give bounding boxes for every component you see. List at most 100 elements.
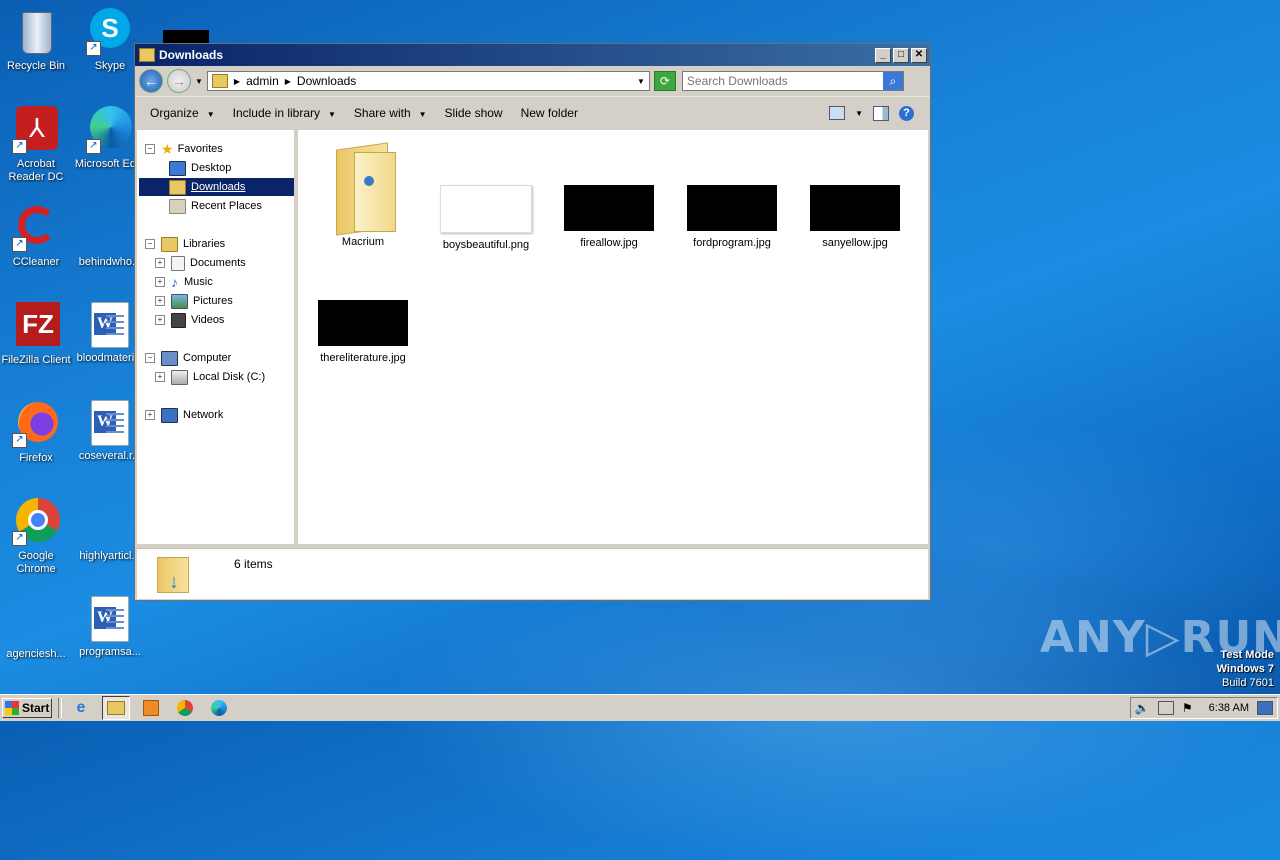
file-item-image[interactable]: thereliterature.jpg (308, 251, 418, 364)
breadcrumb-arrow-icon[interactable]: ▶ (234, 77, 240, 86)
downloads-folder-icon (169, 179, 186, 195)
file-item-image[interactable]: sanyellow.jpg (800, 136, 910, 249)
nav-desktop[interactable]: Desktop (169, 159, 231, 177)
desktop-icon-acrobat[interactable]: ⅄ ↗ Acrobat Reader DC (0, 106, 74, 184)
search-icon[interactable]: ⌕ (882, 72, 903, 90)
nav-favorites[interactable]: − ★ Favorites (145, 140, 223, 158)
file-name: fordprogram.jpg (693, 237, 771, 249)
search-input[interactable] (682, 73, 883, 89)
new-folder-button[interactable]: New folder (512, 106, 587, 120)
taskbar-separator (58, 698, 62, 718)
desktop-icon-programsa[interactable]: W programsa... (72, 596, 148, 659)
nav-recent-places[interactable]: Recent Places (169, 197, 262, 215)
view-dropdown-icon[interactable]: ▼ (855, 109, 863, 118)
network-icon (161, 407, 178, 423)
title-bar[interactable]: Downloads _ □ ✕ (135, 44, 930, 66)
file-name: fireallow.jpg (580, 237, 638, 249)
speaker-icon[interactable]: 🔈 (1135, 701, 1150, 715)
desktop-icon-chrome[interactable]: ↗ Google Chrome (0, 498, 74, 576)
media-player-icon (143, 700, 159, 716)
windows-flag-icon (5, 701, 19, 715)
nav-documents[interactable]: + Documents (155, 254, 246, 272)
maximize-button[interactable]: □ (893, 47, 909, 63)
include-in-library-menu[interactable]: Include in library ▼ (224, 106, 345, 120)
nav-computer[interactable]: − Computer (145, 349, 231, 367)
refresh-button[interactable]: ⟳ (653, 71, 676, 91)
music-icon: ♪ (171, 274, 178, 290)
nav-local-disk[interactable]: + Local Disk (C:) (155, 368, 265, 386)
breadcrumb-arrow-icon[interactable]: ▶ (285, 77, 291, 86)
file-item-image[interactable]: boysbeautiful.png (431, 136, 541, 251)
desktop-icon (169, 160, 186, 176)
word-document-icon: W (91, 596, 129, 642)
explorer-window: Downloads _ □ ✕ ← → ▼ ▶ admin ▶ Download… (134, 43, 931, 601)
image-thumbnail (318, 300, 408, 346)
clock[interactable]: 6:38 AM (1209, 702, 1249, 714)
image-thumbnail (687, 185, 777, 231)
taskbar-chrome-button[interactable] (172, 697, 198, 719)
taskbar-edge-button[interactable] (206, 697, 232, 719)
breadcrumb-downloads[interactable]: Downloads (297, 74, 356, 88)
collapse-icon[interactable]: − (145, 144, 155, 154)
preview-pane-icon[interactable] (873, 105, 889, 121)
desktop-icon-ccleaner[interactable]: ↗ CCleaner (0, 204, 74, 269)
desktop-icon-label: FileZilla Client (1, 354, 71, 366)
item-count: 6 items (234, 557, 273, 571)
change-view-icon[interactable] (829, 106, 846, 120)
computer-icon (161, 350, 178, 366)
organize-menu[interactable]: Organize ▼ (141, 106, 224, 120)
image-thumbnail (810, 185, 900, 231)
file-item-folder[interactable]: Macrium (308, 136, 418, 248)
desktop-icon-agencies[interactable]: agenciesh... (0, 596, 74, 661)
desktop-icon-filezilla[interactable]: FZ FileZilla Client (0, 302, 74, 367)
address-dropdown-icon[interactable]: ▼ (637, 77, 645, 86)
collapse-icon[interactable]: − (145, 353, 155, 363)
blank-file-icon (12, 596, 60, 644)
star-icon: ★ (161, 140, 174, 157)
nav-downloads[interactable]: Downloads (139, 178, 294, 196)
recent-pages-dropdown[interactable]: ▼ (195, 77, 203, 86)
collapse-icon[interactable]: − (145, 239, 155, 249)
file-item-image[interactable]: fordprogram.jpg (677, 136, 787, 249)
show-desktop-icon[interactable] (1257, 701, 1273, 715)
search-box[interactable]: ⌕ (681, 71, 904, 91)
expand-icon[interactable]: + (155, 372, 165, 382)
nav-music[interactable]: + ♪ Music (155, 273, 213, 291)
forward-button[interactable]: → (167, 69, 191, 93)
expand-icon[interactable]: + (155, 296, 165, 306)
details-pane: ↓ 6 items (137, 548, 928, 599)
desktop-icon-label: programsa... (79, 646, 141, 658)
nav-libraries[interactable]: − Libraries (145, 235, 225, 253)
minimize-button[interactable]: _ (875, 47, 891, 63)
taskbar: Start e 🔈 ⚑ 6:38 AM (0, 694, 1280, 721)
libraries-icon (161, 236, 178, 252)
taskbar-ie-button[interactable]: e (68, 697, 94, 719)
expand-icon[interactable]: + (155, 315, 165, 325)
close-button[interactable]: ✕ (911, 47, 927, 63)
share-with-menu[interactable]: Share with ▼ (345, 106, 436, 120)
back-button[interactable]: ← (139, 69, 163, 93)
image-thumbnail (440, 185, 532, 233)
network-tray-icon[interactable] (1157, 701, 1174, 715)
expand-icon[interactable]: + (155, 258, 165, 268)
taskbar-explorer-button[interactable] (102, 696, 130, 720)
test-mode-text: Test Mode Windows 7 Build 7601 (1216, 649, 1274, 689)
desktop-icon-recycle-bin[interactable]: Recycle Bin (0, 8, 74, 73)
breadcrumb-admin[interactable]: admin (246, 74, 279, 88)
expand-icon[interactable]: + (145, 410, 155, 420)
flag-icon[interactable]: ⚑ (1182, 701, 1193, 715)
address-bar[interactable]: ▶ admin ▶ Downloads ▼ (206, 71, 650, 91)
nav-network[interactable]: + Network (145, 406, 223, 424)
slide-show-button[interactable]: Slide show (436, 106, 512, 120)
start-button[interactable]: Start (2, 698, 52, 718)
word-document-icon: W (91, 400, 129, 446)
nav-videos[interactable]: + Videos (155, 311, 224, 329)
file-item-image[interactable]: fireallow.jpg (554, 136, 664, 249)
documents-icon (171, 255, 185, 271)
help-icon[interactable]: ? (899, 105, 914, 121)
taskbar-media-player-button[interactable] (138, 697, 164, 719)
expand-icon[interactable]: + (155, 277, 165, 287)
desktop-icon-firefox[interactable]: ↗ Firefox (0, 400, 74, 465)
videos-icon (171, 312, 186, 328)
nav-pictures[interactable]: + Pictures (155, 292, 233, 310)
